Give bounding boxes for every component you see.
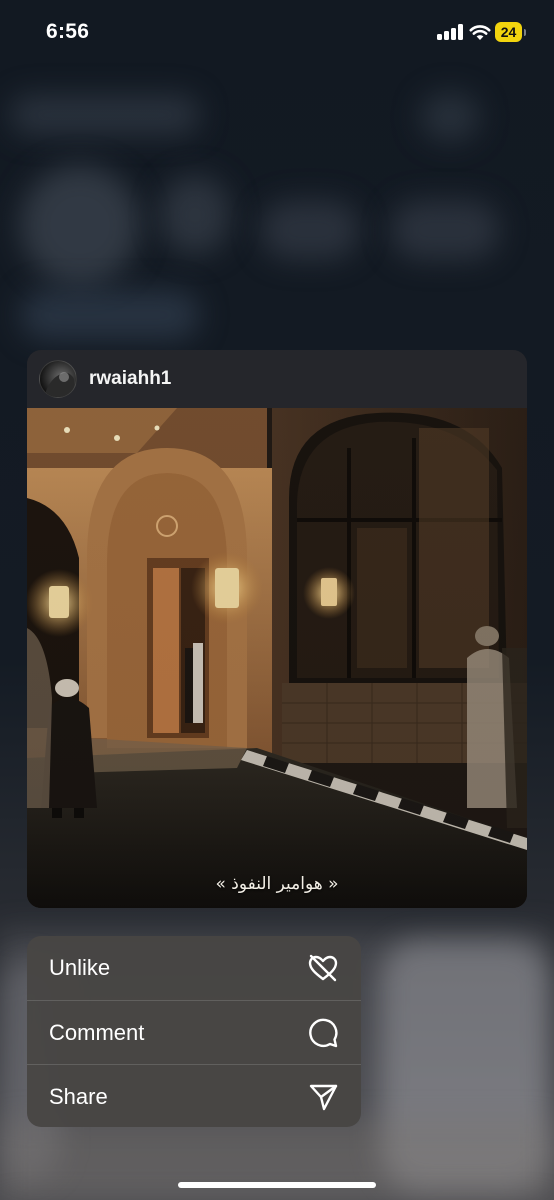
menu-item-label: Comment	[49, 1020, 145, 1045]
battery-level: 24	[495, 22, 522, 42]
photo-caption: « هوامير النفوذ »	[215, 874, 339, 894]
post-photo: « هوامير النفوذ »	[27, 408, 527, 908]
post-preview-card[interactable]: rwaiahh1 « هوامير النفوذ »	[27, 350, 527, 908]
signal-icon	[437, 24, 463, 40]
post-preview-header: rwaiahh1	[27, 350, 527, 408]
menu-item-label: Unlike	[49, 955, 111, 980]
paper-plane-icon	[309, 1084, 338, 1111]
wifi-icon	[469, 25, 491, 40]
menu-item-share[interactable]: Share	[27, 1064, 361, 1127]
menu-item-label: Share	[49, 1084, 108, 1109]
unlike-heart-icon	[308, 954, 338, 982]
context-menu: Unlike Comment Share	[27, 936, 361, 1127]
home-indicator[interactable]	[178, 1182, 376, 1188]
status-time: 6:56	[46, 20, 90, 43]
menu-item-comment[interactable]: Comment	[27, 1000, 361, 1064]
status-bar: 6:56 24	[0, 0, 554, 66]
post-username[interactable]: rwaiahh1	[89, 368, 171, 390]
menu-item-unlike[interactable]: Unlike	[27, 936, 361, 999]
battery-icon: 24	[495, 22, 526, 42]
comment-bubble-icon	[309, 1018, 338, 1048]
avatar[interactable]	[39, 360, 77, 398]
